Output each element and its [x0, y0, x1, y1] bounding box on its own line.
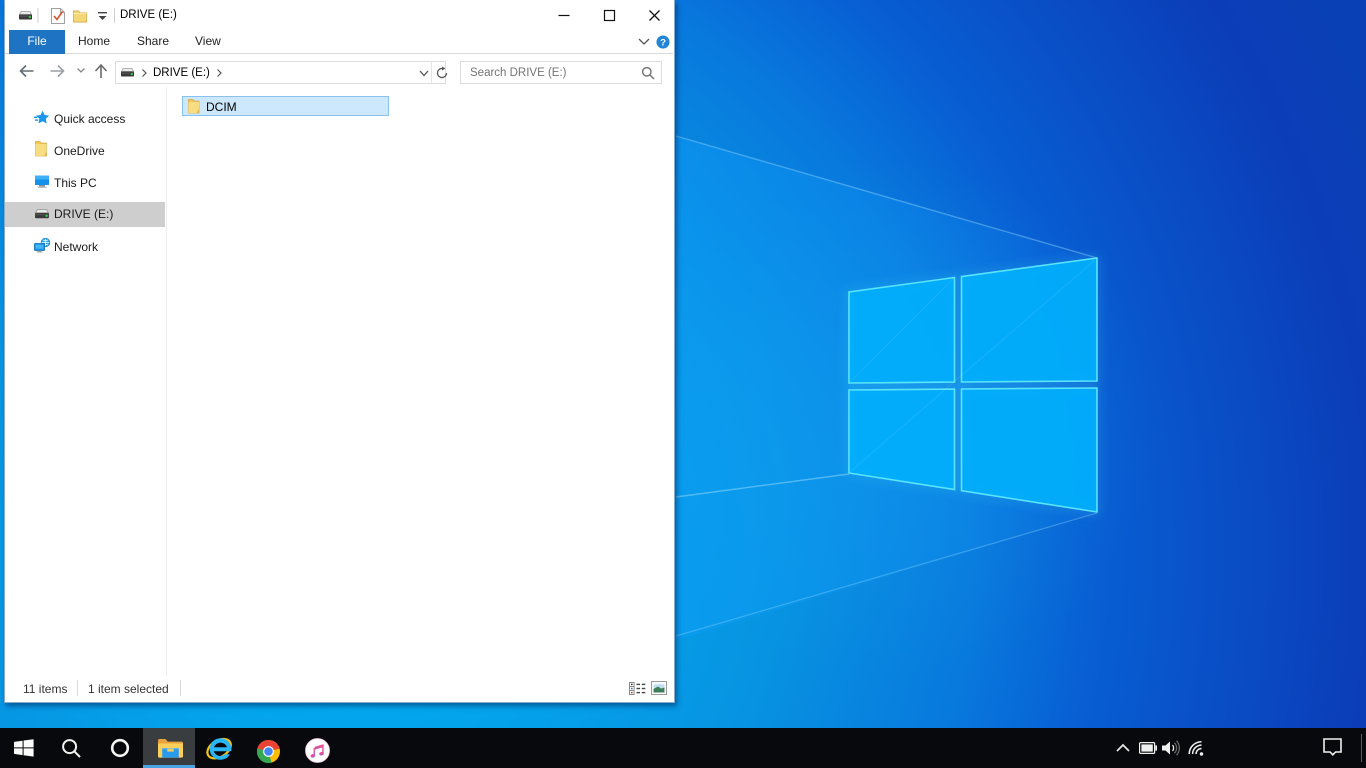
svg-text:?: ? [660, 38, 666, 49]
